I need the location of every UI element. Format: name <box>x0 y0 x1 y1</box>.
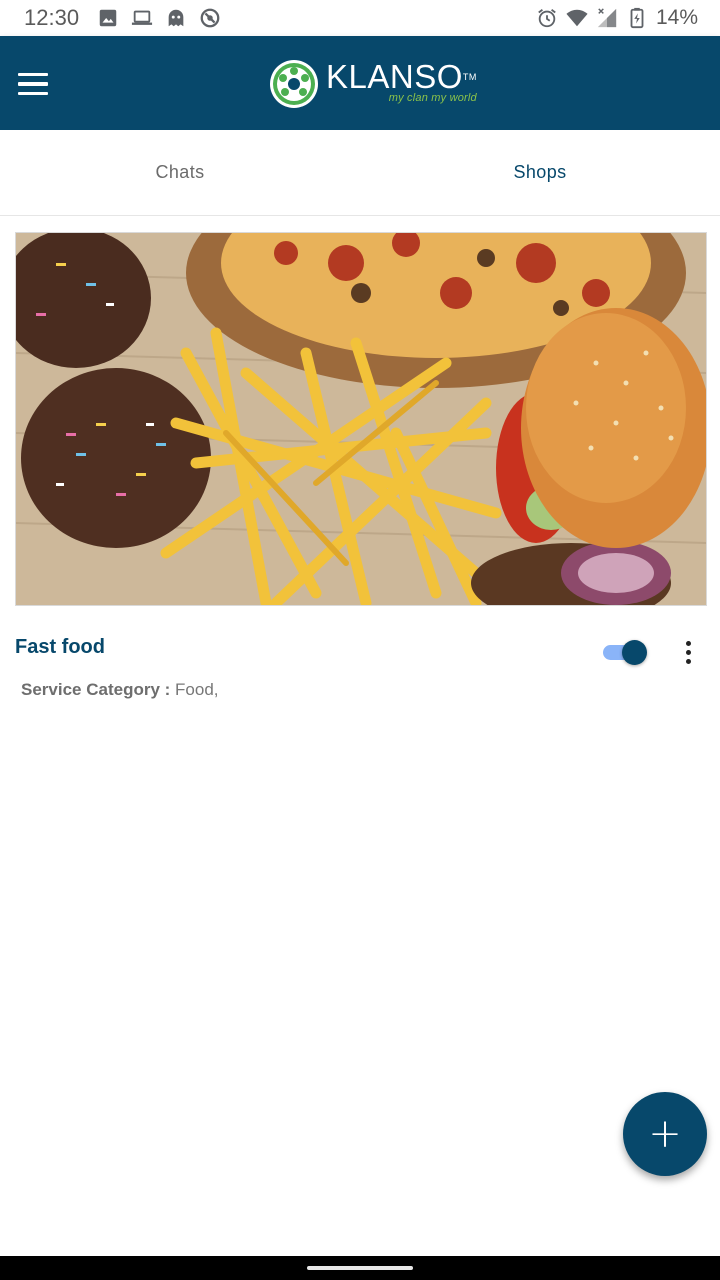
brand-logo: KLANSOTM my clan my world <box>268 56 477 112</box>
menu-icon-bar <box>18 82 48 86</box>
image-icon <box>99 9 117 27</box>
klanso-logo-icon <box>270 60 318 108</box>
status-notification-icons <box>97 7 221 29</box>
alarm-icon <box>538 9 556 28</box>
service-category-label: Service Category : <box>21 680 171 699</box>
menu-icon-bar <box>18 72 48 77</box>
status-time: 12:30 <box>24 5 80 30</box>
service-category: Service Category : Food, <box>21 680 219 700</box>
more-vert-icon-dot <box>685 649 691 655</box>
more-vert-icon-dot <box>685 640 691 646</box>
battery-percent: 14% <box>655 6 698 29</box>
status-bar: 12:30 14% <box>0 0 720 36</box>
shop-cover-image[interactable] <box>15 232 707 606</box>
shop-enabled-toggle[interactable] <box>601 639 649 665</box>
more-vert-icon-dot <box>685 658 691 664</box>
do-not-disturb-icon <box>200 8 220 28</box>
fast-food-photo <box>16 233 706 605</box>
tab-chats[interactable]: Chats <box>0 130 360 215</box>
service-category-value: Food, <box>175 680 219 699</box>
tab-shops[interactable]: Shops <box>360 130 720 215</box>
shop-title[interactable]: Fast food <box>15 636 105 659</box>
trademark-mark: TM <box>462 72 477 82</box>
wifi-icon <box>566 9 588 27</box>
battery-icon <box>630 7 644 29</box>
system-navigation-bar <box>0 1256 720 1280</box>
ghost-icon <box>168 9 184 27</box>
shops-screen: 12:30 14% KLANSOTM my clan my world Chat… <box>0 0 720 1280</box>
menu-icon-bar <box>18 91 48 96</box>
hamburger-menu-button[interactable] <box>18 64 58 104</box>
add-shop-button[interactable]: + <box>623 1092 707 1176</box>
signal-icon <box>597 8 617 28</box>
toggle-thumb <box>622 640 647 665</box>
plus-icon: + <box>648 1111 682 1157</box>
more-options-button[interactable] <box>676 638 700 666</box>
tab-bar: Chats Shops <box>0 130 720 216</box>
home-gesture-handle[interactable] <box>307 1266 413 1270</box>
status-system-icons: 14% <box>536 6 698 30</box>
brand-name: KLANSOTM <box>326 58 477 95</box>
app-bar: KLANSOTM my clan my world <box>0 36 720 130</box>
laptop-icon <box>131 10 153 25</box>
